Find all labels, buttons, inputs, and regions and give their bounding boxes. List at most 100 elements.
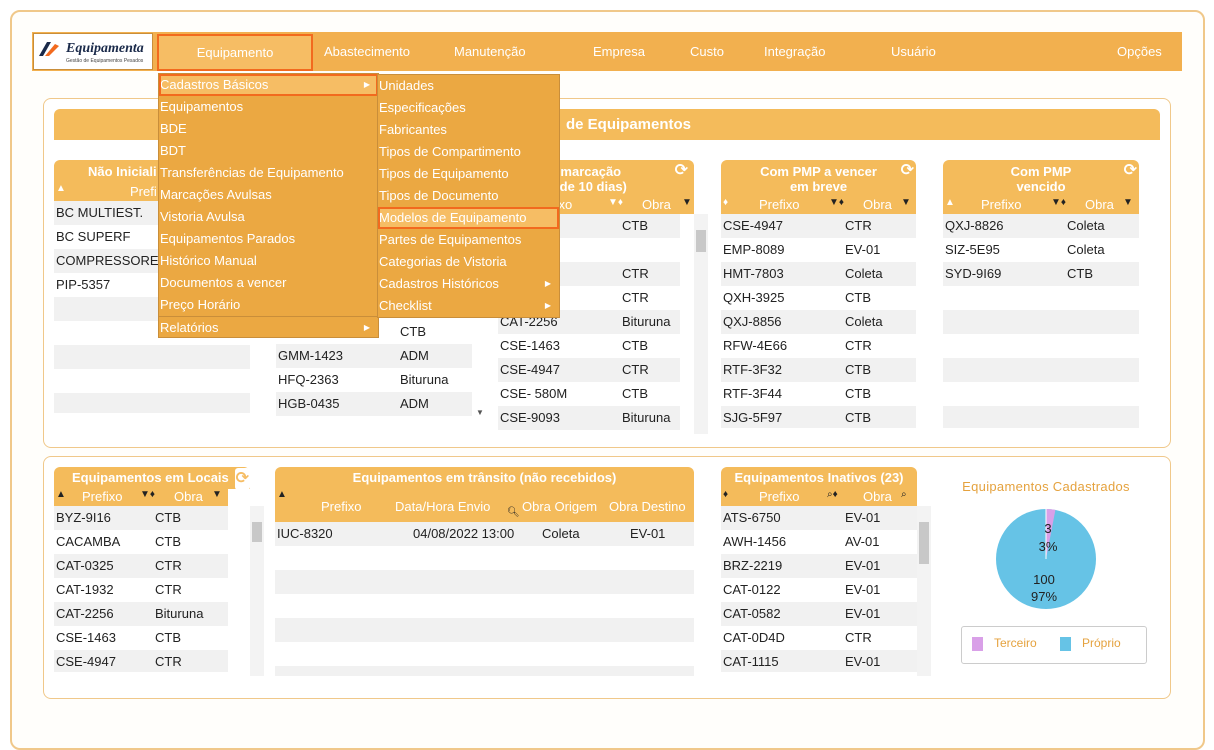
table-row[interactable]: BYZ-9I16 CTB <box>54 506 228 530</box>
col-obra[interactable]: Obra <box>863 197 892 212</box>
menu-item-preco-horario[interactable]: Preço Horário <box>159 294 378 316</box>
sort-up-icon[interactable]: ▲ <box>945 197 955 208</box>
menu-item-historico-manual[interactable]: Histórico Manual <box>159 250 378 272</box>
search-icon[interactable]: ⌕♦ <box>827 489 838 500</box>
table-row[interactable]: CAT-0325 CTR <box>54 554 228 578</box>
logo[interactable]: Equipamenta Gestão de Equipamentos Pesad… <box>33 33 153 70</box>
scroll-down-icon[interactable]: ▼ <box>476 408 484 417</box>
menu-item-cadastros-basicos[interactable]: Cadastros Básicos ▶ <box>159 74 378 96</box>
menu-item-bde[interactable]: BDE <box>159 118 378 140</box>
nav-equipamento[interactable]: Equipamento <box>157 34 313 71</box>
menu-item-marcacoes-avulsas[interactable]: Marcações Avulsas <box>159 184 378 206</box>
sort-icon[interactable]: ♦ <box>723 489 728 500</box>
menu-item-equipamentos[interactable]: Equipamentos <box>159 96 378 118</box>
scrollbar[interactable] <box>250 506 264 676</box>
menu-item-bdt[interactable]: BDT <box>159 140 378 162</box>
table-row[interactable]: CSE-4947 CTR <box>498 358 680 382</box>
table-row[interactable]: CAT-0582 EV-01 <box>721 602 917 626</box>
table-row[interactable]: HFQ-2363 Bituruna <box>276 368 472 392</box>
refresh-icon[interactable]: ⟳ <box>675 163 688 179</box>
table-row[interactable] <box>943 310 1139 334</box>
menu-item-checklist[interactable]: Checklist ▶ <box>378 295 559 317</box>
table-row[interactable] <box>275 642 694 666</box>
filter-icon[interactable]: ▼♦ <box>829 197 844 208</box>
scrollbar-thumb[interactable] <box>696 230 706 252</box>
menu-item-partes-equipamentos[interactable]: Partes de Equipamentos <box>378 229 559 251</box>
menu-item-tipos-compartimento[interactable]: Tipos de Compartimento <box>378 141 559 163</box>
scrollbar[interactable] <box>694 214 708 434</box>
filter-icon[interactable]: ▼♦ <box>1051 197 1066 208</box>
legend-label-proprio[interactable]: Próprio <box>1082 636 1121 650</box>
table-row[interactable] <box>275 666 694 676</box>
table-row[interactable]: CSE- 580M CTB <box>498 382 680 406</box>
table-row[interactable]: CSE-1463 CTB <box>54 626 228 650</box>
col-prefixo[interactable]: Prefixo <box>981 197 1021 212</box>
menu-item-unidades[interactable]: Unidades <box>378 75 559 97</box>
table-row[interactable] <box>943 358 1139 382</box>
table-row[interactable]: CSE-9093 Bituruna <box>498 406 680 430</box>
menu-item-cadastros-historicos[interactable]: Cadastros Históricos ▶ <box>378 273 559 295</box>
table-row[interactable]: HMT-7803 Coleta <box>721 262 916 286</box>
sort-up-icon[interactable]: ▲ <box>56 489 66 500</box>
table-row[interactable] <box>943 382 1139 406</box>
filter-icon[interactable]: ▼♦ <box>140 489 155 500</box>
col-obra[interactable]: Obra <box>174 489 203 504</box>
table-row[interactable]: ATS-6750 EV-01 <box>721 506 917 530</box>
table-row[interactable]: SJG-5F97 CTB <box>721 406 916 428</box>
legend-label-terceiro[interactable]: Terceiro <box>994 636 1037 650</box>
scrollbar-thumb[interactable] <box>919 522 929 564</box>
col-prefixo[interactable]: Prefixo <box>759 489 799 504</box>
table-row[interactable]: CAT-0122 EV-01 <box>721 578 917 602</box>
col-obra[interactable]: Obra <box>642 197 671 212</box>
table-row[interactable]: CSE-4947 CTR <box>54 650 228 672</box>
scrollbar[interactable] <box>917 506 931 676</box>
table-row[interactable]: CSE-4947 CTR <box>721 214 916 238</box>
nav-custo[interactable]: Custo <box>690 44 724 59</box>
table-row[interactable]: GMM-1423 ADM <box>276 344 472 368</box>
nav-usuario[interactable]: Usuário <box>891 44 936 59</box>
col-obra[interactable]: Obra <box>1085 197 1114 212</box>
table-row[interactable] <box>943 406 1139 428</box>
table-row[interactable]: RTF-3F32 CTB <box>721 358 916 382</box>
menu-item-documentos-vencer[interactable]: Documentos a vencer <box>159 272 378 294</box>
filter-icon[interactable]: ▼ <box>212 489 222 500</box>
table-row[interactable]: HGB-0435 ADM <box>276 392 472 416</box>
table-row[interactable] <box>275 618 694 642</box>
table-row[interactable]: RTF-3F44 CTB <box>721 382 916 406</box>
col-prefixo[interactable]: Prefixo <box>82 489 122 504</box>
menu-item-modelos-equipamento[interactable]: Modelos de Equipamento <box>378 207 559 229</box>
col-data-hora[interactable]: Data/Hora Envio <box>395 499 490 514</box>
filter-icon[interactable]: ▼♦ <box>608 197 623 208</box>
table-row[interactable]: IUC-8320 04/08/2022 13:00 Coleta EV-01 <box>275 522 694 546</box>
menu-item-relatorios[interactable]: Relatórios ▶ <box>159 316 378 338</box>
table-row[interactable] <box>54 393 250 413</box>
search-icon[interactable]: ⌕ <box>901 489 907 500</box>
table-row[interactable]: CAT-1932 CTR <box>54 578 228 602</box>
table-row[interactable] <box>275 570 694 594</box>
scrollbar-thumb[interactable] <box>252 522 262 542</box>
table-row[interactable] <box>943 334 1139 358</box>
menu-item-transferencias[interactable]: Transferências de Equipamento <box>159 162 378 184</box>
col-prefixo[interactable]: Prefixo <box>759 197 799 212</box>
table-row[interactable] <box>54 369 250 393</box>
table-row[interactable]: CACAMBA CTB <box>54 530 228 554</box>
table-row[interactable] <box>275 546 694 570</box>
table-row[interactable]: CAT-0D4D CTR <box>721 626 917 650</box>
table-row[interactable]: CAT-1115 EV-01 <box>721 650 917 672</box>
table-row[interactable] <box>54 345 250 369</box>
sort-up-icon[interactable]: ▲ <box>277 489 287 500</box>
nav-integracao[interactable]: Integração <box>764 44 825 59</box>
filter-icon[interactable]: ▼ <box>682 197 692 208</box>
table-row[interactable]: RFW-4E66 CTR <box>721 334 916 358</box>
filter-icon[interactable]: ▼ <box>901 197 911 208</box>
search-icon[interactable]: 🔍︎ <box>507 507 520 518</box>
menu-item-categorias-vistoria[interactable]: Categorias de Vistoria <box>378 251 559 273</box>
col-obra-destino[interactable]: Obra Destino <box>609 499 686 514</box>
menu-item-fabricantes[interactable]: Fabricantes <box>378 119 559 141</box>
table-row[interactable]: BRZ-2219 EV-01 <box>721 554 917 578</box>
table-row[interactable]: QXJ-8826 Coleta <box>943 214 1139 238</box>
menu-item-tipos-equipamento[interactable]: Tipos de Equipamento <box>378 163 559 185</box>
table-row[interactable] <box>943 286 1139 310</box>
refresh-icon[interactable]: ⟳ <box>901 163 914 179</box>
col-obra-origem[interactable]: Obra Origem <box>522 499 597 514</box>
